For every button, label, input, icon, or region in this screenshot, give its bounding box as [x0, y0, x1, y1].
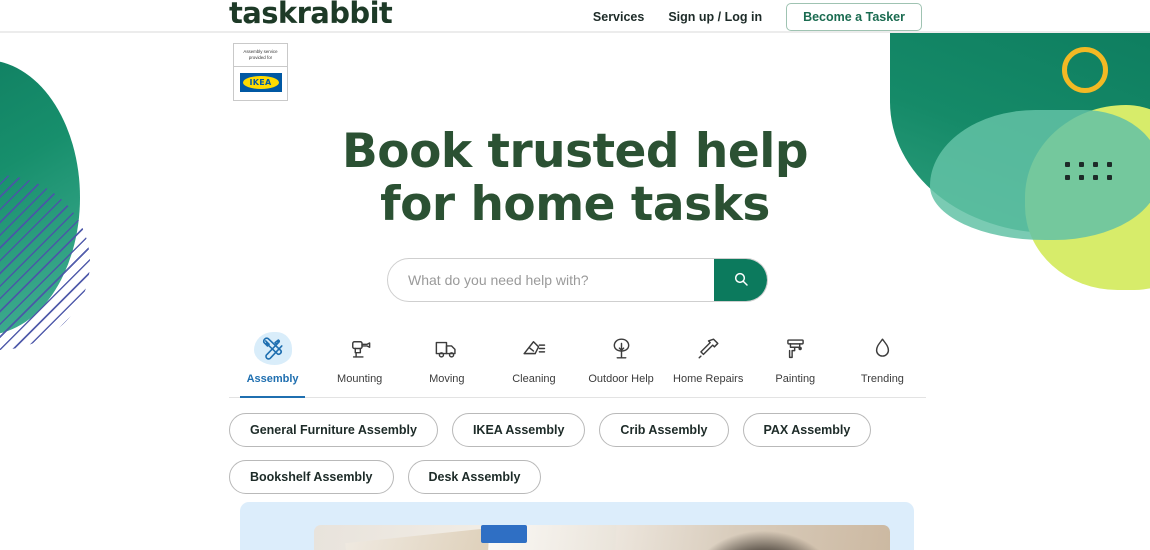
category-label: Cleaning [512, 373, 556, 385]
tasker-photo [314, 525, 890, 550]
pill-pax-assembly[interactable]: PAX Assembly [742, 413, 872, 447]
category-tab-painting[interactable]: Painting [752, 332, 839, 397]
header-divider [0, 32, 1150, 33]
category-label: Painting [775, 373, 816, 385]
category-label: Home Repairs [673, 373, 744, 385]
moving-truck-icon [433, 332, 460, 364]
category-label: Trending [860, 373, 904, 385]
category-tabs: Assembly Mounting Moving Cleaning Outdoo… [229, 331, 926, 398]
hammer-icon [695, 332, 722, 364]
flame-icon [869, 332, 896, 364]
promo-card[interactable] [240, 502, 914, 550]
become-a-tasker-button[interactable]: Become a Tasker [786, 3, 922, 31]
drill-icon [346, 332, 373, 364]
category-tab-moving[interactable]: Moving [403, 332, 490, 397]
taskrabbit-logo[interactable]: taskrabbit [229, 0, 393, 30]
tree-icon [608, 332, 635, 364]
pill-crib-assembly[interactable]: Crib Assembly [599, 413, 729, 447]
nav-services[interactable]: Services [593, 10, 644, 24]
nav-signup-login[interactable]: Sign up / Log in [668, 10, 762, 24]
pill-desk-assembly[interactable]: Desk Assembly [407, 460, 542, 494]
page-title: Book trusted help for home tasks [0, 125, 1150, 231]
site-header: taskrabbit Services Sign up / Log in Bec… [0, 0, 1150, 32]
category-tab-mounting[interactable]: Mounting [316, 332, 403, 397]
category-label: Moving [429, 373, 465, 385]
yellow-ring-decoration [1062, 47, 1108, 93]
category-label: Outdoor Help [588, 373, 654, 385]
headline-line-1: Book trusted help [341, 124, 809, 179]
pill-ikea-assembly[interactable]: IKEA Assembly [451, 413, 586, 447]
ikea-logo: IKEA [239, 72, 282, 92]
taskrabbit-homepage: taskrabbit Services Sign up / Log in Bec… [0, 0, 1150, 550]
category-tab-home-repairs[interactable]: Home Repairs [665, 332, 752, 397]
paint-roller-icon [782, 332, 809, 364]
search-button[interactable] [714, 259, 767, 301]
wrench-screwdriver-icon [253, 331, 292, 365]
category-tab-trending[interactable]: Trending [839, 332, 926, 397]
category-tab-outdoor-help[interactable]: Outdoor Help [578, 332, 665, 397]
subcategory-pill-list: General Furniture Assembly IKEA Assembly… [229, 413, 929, 494]
search-input[interactable] [388, 259, 714, 301]
ikea-badge-caption: Assembly service provided for [234, 44, 287, 67]
header-nav: Services Sign up / Log in Become a Taske… [593, 3, 922, 31]
pill-general-furniture-assembly[interactable]: General Furniture Assembly [229, 413, 438, 447]
category-label: Mounting [337, 373, 383, 385]
headline-line-2: for home tasks [380, 177, 770, 233]
ikea-logo-wrap: IKEA [234, 67, 287, 100]
ikea-logo-text: IKEA [242, 75, 279, 89]
search-icon [733, 271, 749, 290]
pill-bookshelf-assembly[interactable]: Bookshelf Assembly [229, 460, 394, 494]
search-bar [387, 258, 768, 302]
ikea-badge-caption-line2: provided for [248, 55, 273, 61]
ikea-assembly-badge: Assembly service provided for IKEA [233, 43, 288, 101]
category-tab-cleaning[interactable]: Cleaning [490, 332, 577, 397]
category-label: Assembly [246, 373, 299, 385]
category-tab-assembly[interactable]: Assembly [229, 331, 316, 398]
broom-icon [520, 332, 547, 364]
